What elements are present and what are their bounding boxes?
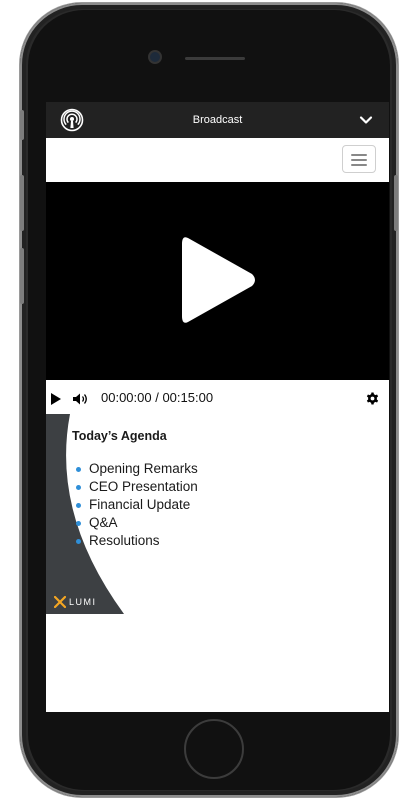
phone-power-button bbox=[394, 175, 398, 231]
gear-icon[interactable] bbox=[366, 392, 379, 405]
app-screen: Broadcast 00:00:00 / 00:15:00 Today’s Ag… bbox=[46, 102, 389, 712]
play-button[interactable] bbox=[51, 393, 61, 405]
agenda-item: CEO Presentation bbox=[76, 478, 198, 496]
agenda-title: Today’s Agenda bbox=[72, 429, 167, 443]
phone-home-button[interactable] bbox=[184, 719, 244, 779]
bullet-icon bbox=[76, 485, 81, 490]
brand-name: LUMI bbox=[69, 597, 97, 607]
phone-volume-down bbox=[20, 248, 24, 304]
broadcast-header: Broadcast bbox=[46, 102, 389, 138]
nav-bar bbox=[46, 138, 389, 183]
hamburger-menu-icon bbox=[351, 164, 367, 166]
presentation-slide: Today’s Agenda Opening Remarks CEO Prese… bbox=[46, 414, 389, 712]
agenda-item: Financial Update bbox=[76, 496, 198, 514]
bullet-icon bbox=[76, 539, 81, 544]
play-icon[interactable] bbox=[178, 230, 258, 330]
video-player[interactable] bbox=[46, 182, 389, 380]
broadcast-title: Broadcast bbox=[192, 114, 243, 126]
phone-camera bbox=[150, 52, 160, 62]
phone-volume-up bbox=[20, 175, 24, 231]
phone-speaker bbox=[185, 57, 245, 60]
player-controls: 00:00:00 / 00:15:00 bbox=[46, 380, 389, 414]
chevron-down-icon[interactable] bbox=[359, 113, 373, 127]
hamburger-menu-icon bbox=[351, 159, 367, 161]
volume-icon[interactable] bbox=[73, 393, 88, 405]
agenda-item: Resolutions bbox=[76, 532, 198, 550]
agenda-item: Q&A bbox=[76, 514, 198, 532]
agenda-item: Opening Remarks bbox=[76, 460, 198, 478]
phone-silent-switch bbox=[20, 110, 24, 140]
hamburger-menu-button[interactable] bbox=[342, 145, 376, 173]
agenda-list: Opening Remarks CEO Presentation Financi… bbox=[76, 460, 198, 550]
lumi-x-icon bbox=[54, 596, 66, 608]
bullet-icon bbox=[76, 503, 81, 508]
playback-time: 00:00:00 / 00:15:00 bbox=[101, 390, 214, 405]
hamburger-menu-icon bbox=[351, 154, 367, 156]
bullet-icon bbox=[76, 467, 81, 472]
bullet-icon bbox=[76, 521, 81, 526]
